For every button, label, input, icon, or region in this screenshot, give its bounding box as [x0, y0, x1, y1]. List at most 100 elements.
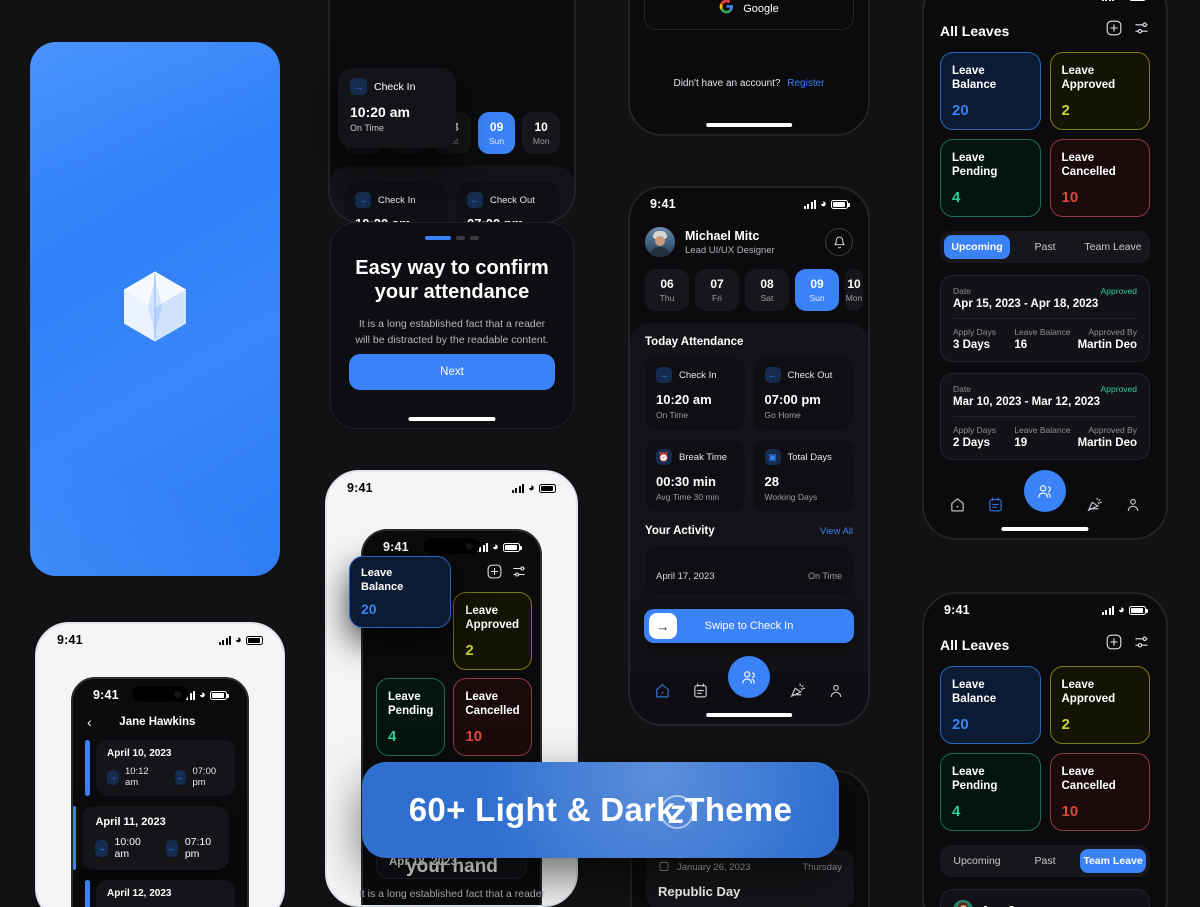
check-in-icon: → — [95, 839, 108, 857]
home-phone: 9:41 ◕ Michael Mitc Lead UI/UX Designer — [628, 186, 870, 726]
list-item[interactable]: April 11, 2023 → 10:00 am ← 07:10 pm — [73, 806, 229, 870]
people-fab-icon[interactable] — [1024, 470, 1066, 512]
home-indicator — [1001, 527, 1089, 531]
swipe-to-check-in-slider[interactable]: → Swipe to Check In — [644, 609, 854, 643]
dot[interactable] — [456, 236, 465, 240]
list-item[interactable]: April 12, 2023 → 09:30 am ← 07:00 pm — [85, 880, 235, 907]
day-chip[interactable]: 08 Sat — [745, 269, 789, 311]
plus-square-icon[interactable] — [1106, 20, 1122, 41]
leave-request-card[interactable]: Date Apr 15, 2023 - Apr 18, 2023 Approve… — [940, 275, 1150, 362]
log-date: April 12, 2023 — [107, 888, 172, 899]
check-out-icon: ← — [165, 839, 178, 857]
status-badge: Approved — [1100, 384, 1137, 394]
stat-card-leave-approved[interactable]: Leave Approved 2 — [453, 592, 532, 670]
plus-square-icon[interactable] — [1106, 634, 1122, 655]
dot[interactable] — [470, 236, 479, 240]
attendance-card: ← Check Out 07:00 pm Go Home — [456, 182, 560, 222]
log-check-out: 07:00 pm — [192, 766, 217, 788]
plus-square-icon[interactable] — [487, 564, 502, 584]
day-chip-active[interactable]: 09 Sun — [477, 112, 516, 154]
next-button[interactable]: Next — [349, 354, 555, 390]
log-date: April 10, 2023 — [107, 748, 172, 759]
calendar-icon[interactable] — [692, 682, 709, 704]
holiday-weekday: Thursday — [802, 862, 842, 873]
day-chip[interactable]: 10 Mon — [845, 269, 863, 311]
all-leaves-phone: 9:41 ◕ All Leaves LeaveBalance — [922, 0, 1168, 540]
profile-icon[interactable] — [828, 682, 844, 704]
attendance-card-check-in[interactable]: → Check In 10:20 am On Time — [645, 357, 745, 430]
profile-icon[interactable] — [1125, 496, 1141, 518]
stat-card-leave-cancelled[interactable]: Leave Cancelled 10 — [1049, 753, 1150, 831]
dynamic-island — [132, 686, 188, 702]
break-time-icon: ⏰ — [656, 449, 672, 465]
stat-card-leave-pending[interactable]: Leave Pending 4 — [376, 678, 446, 756]
filter-sliders-icon[interactable] — [1133, 634, 1150, 655]
celebration-icon[interactable] — [789, 682, 807, 704]
avatar[interactable] — [645, 227, 675, 257]
onboarding-2-text: your hand It is a long established fact … — [358, 856, 546, 900]
tab-team-leave[interactable]: Team Leave — [1080, 235, 1146, 259]
total-days-icon: ▣ — [764, 449, 781, 465]
row-accent — [85, 740, 90, 796]
row-accent — [85, 880, 90, 907]
status-time: 9:41 — [944, 0, 970, 3]
stat-card-leave-pending[interactable]: Leave Pending 4 — [940, 753, 1041, 831]
home-icon[interactable] — [949, 496, 966, 518]
stat-card-leave-balance[interactable]: Leave Balance 20 — [940, 52, 1041, 130]
leave-balance-popout-card[interactable]: Leave Balance 20 — [349, 556, 451, 628]
home-icon[interactable] — [654, 682, 671, 704]
check-in-popout-card: → Check In 10:20 am On Time — [338, 68, 456, 148]
signal-icon — [511, 483, 525, 493]
day-chip-active[interactable]: 09 Sun — [795, 269, 839, 311]
stat-card-leave-approved[interactable]: Leave Approved 2 — [1049, 52, 1150, 130]
check-in-icon: → — [107, 769, 119, 785]
stat-card-leave-pending[interactable]: Leave Pending 4 — [940, 139, 1041, 217]
holiday-card[interactable]: January 26, 2023 Thursday Republic Day — [646, 850, 854, 907]
tab-upcoming[interactable]: Upcoming — [944, 849, 1010, 873]
team-member-row[interactable]: Jane Cooper — [940, 889, 1150, 907]
user-role: Lead UI/UX Designer — [685, 244, 775, 256]
tab-upcoming[interactable]: Upcoming — [944, 235, 1010, 259]
tab-past[interactable]: Past — [1012, 849, 1078, 873]
tab-team-leave[interactable]: Team Leave — [1080, 849, 1146, 873]
dynamic-island — [423, 538, 480, 554]
leaves-tabs: Upcoming Past Team Leave — [940, 231, 1150, 263]
list-item[interactable]: April 10, 2023 → 10:12 am ← 07:00 pm — [85, 740, 235, 796]
tab-past[interactable]: Past — [1012, 235, 1078, 259]
wifi-icon: ◕ — [1118, 603, 1125, 616]
day-chip[interactable]: 06 Thu — [645, 269, 689, 311]
day-chip[interactable]: 07 Fri — [695, 269, 739, 311]
page-title: Jane Hawkins — [119, 716, 196, 728]
stat-card-leave-cancelled[interactable]: Leave Cancelled 10 — [1049, 139, 1150, 217]
wifi-icon: ◕ — [820, 197, 827, 210]
dot-active[interactable] — [425, 236, 451, 240]
register-link[interactable]: Register — [787, 78, 824, 89]
day-chip[interactable]: 10 Mon — [522, 112, 560, 154]
signal-icon — [1101, 605, 1115, 615]
signal-icon — [803, 199, 817, 209]
battery-icon — [1129, 605, 1148, 615]
calendar-icon[interactable] — [987, 496, 1004, 518]
stat-card-leave-cancelled[interactable]: Leave Cancelled 10 — [453, 678, 532, 756]
jane-header: ‹ Jane Hawkins — [73, 706, 247, 740]
view-all-link[interactable]: View All — [820, 526, 853, 537]
people-fab-icon[interactable] — [728, 656, 770, 698]
swipe-label: Swipe to Check In — [704, 620, 794, 632]
jane-light-phone: 9:41 ◕ 9:41 ◕ ‹ Jane Hawkins April 10, 2… — [35, 622, 285, 907]
promo-banner: 60+ Light & Dark Theme z — [362, 762, 839, 858]
bell-icon[interactable] — [825, 228, 853, 256]
stat-card-leave-balance[interactable]: Leave Balance 20 — [940, 666, 1041, 744]
stat-card-leave-approved[interactable]: Leave Approved 2 — [1049, 666, 1150, 744]
attendance-card-total-days[interactable]: ▣ Total Days 28 Working Days — [753, 439, 853, 512]
attendance-card-check-out[interactable]: ← Check Out 07:00 pm Go Home — [753, 357, 853, 430]
attendance-log-list: April 10, 2023 → 10:12 am ← 07:00 pm Apr… — [73, 740, 247, 907]
onboarding-body-line-2: will be distracted by the readable conte… — [355, 333, 549, 346]
google-signin-button[interactable]: Google — [644, 0, 854, 30]
status-time: 9:41 — [93, 688, 119, 702]
filter-sliders-icon[interactable] — [511, 564, 527, 584]
leave-request-card[interactable]: Date Mar 10, 2023 - Mar 12, 2023 Approve… — [940, 373, 1150, 460]
celebration-icon[interactable] — [1086, 496, 1104, 518]
log-date: April 11, 2023 — [95, 816, 166, 828]
attendance-card-break-time[interactable]: ⏰ Break Time 00:30 min Avg Time 30 min — [645, 439, 745, 512]
filter-sliders-icon[interactable] — [1133, 20, 1150, 41]
